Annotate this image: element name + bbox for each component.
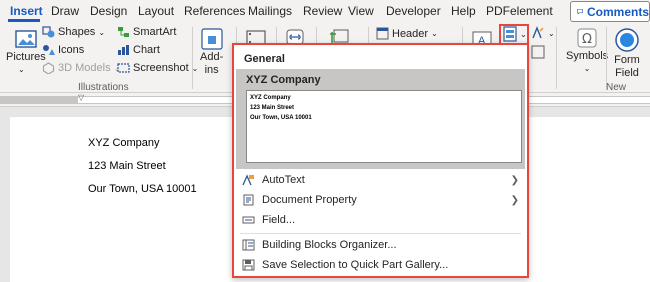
tab-review[interactable]: Review	[303, 4, 342, 18]
gallery-item-title: XYZ Company	[246, 74, 321, 86]
3d-models-button[interactable]: 3D Models ⌄	[42, 62, 120, 74]
drop-cap-icon[interactable]	[531, 45, 545, 59]
tab-references[interactable]: References	[184, 4, 245, 18]
pictures-label: Pictures	[6, 51, 46, 63]
indent-marker[interactable]: ▽	[78, 93, 84, 102]
shapes-label: Shapes	[58, 26, 96, 38]
add-ins-button[interactable]: Add- ins	[200, 28, 223, 76]
comments-button[interactable]: Comments	[570, 1, 650, 22]
ribbon-tabs: Insert Draw Design Layout References Mai…	[0, 0, 650, 23]
pictures-dropdown-icon[interactable]: ⌄	[18, 65, 25, 74]
preview-line: Our Town, USA 10001	[250, 115, 312, 121]
illustrations-group-label: Illustrations	[78, 82, 129, 93]
tab-layout[interactable]: Layout	[138, 4, 174, 18]
comments-label: Comments	[586, 4, 649, 19]
shapes-icon	[42, 26, 55, 38]
icons-button[interactable]: Icons	[42, 44, 84, 56]
menu-label-save-selection: Save Selection to Quick Part Gallery...	[262, 259, 449, 271]
chart-button[interactable]: Chart	[117, 44, 160, 56]
screenshot-label: Screenshot	[133, 62, 189, 74]
menu-label-field: Field...	[262, 214, 296, 226]
menu-item-autotext[interactable]: AutoText ❯	[234, 170, 527, 190]
field-icon	[242, 216, 255, 224]
add-ins-label-1: Add-	[200, 51, 224, 63]
add-ins-icon	[201, 28, 223, 50]
document-property-icon	[243, 194, 254, 206]
menu-item-document-property[interactable]: Document Property ❯	[234, 190, 527, 210]
icons-icon	[43, 45, 55, 55]
doc-line-street: 123 Main Street	[88, 160, 166, 172]
quick-part-gallery-item[interactable]: XYZ Company XYZ Company 123 Main Street …	[236, 69, 525, 169]
wordart-icon[interactable]: ⌄	[531, 26, 555, 40]
group-separator	[192, 27, 193, 89]
ruler-margin	[0, 96, 78, 104]
menu-label-document-property: Document Property	[262, 194, 357, 206]
tab-draw[interactable]: Draw	[51, 4, 79, 18]
menu-label-autotext: AutoText	[262, 174, 305, 186]
smartart-icon	[118, 27, 129, 37]
comment-icon	[577, 8, 583, 15]
form-field-button[interactable]: Form Field	[614, 27, 640, 79]
symbols-button[interactable]: Ω Symbols ⌄	[566, 28, 608, 73]
tab-view[interactable]: View	[348, 4, 374, 18]
building-blocks-icon	[242, 239, 255, 251]
group-separator	[606, 27, 607, 89]
svg-text:Ω: Ω	[582, 32, 592, 47]
icons-label: Icons	[58, 44, 85, 56]
doc-line-city: Our Town, USA 10001	[88, 183, 197, 195]
tab-insert[interactable]: Insert	[10, 4, 43, 18]
preview-line: XYZ Company	[250, 95, 291, 101]
menu-label-building-blocks: Building Blocks Organizer...	[262, 239, 397, 251]
tab-mailings[interactable]: Mailings	[248, 4, 292, 18]
autotext-icon	[242, 174, 254, 186]
menu-item-building-blocks-organizer[interactable]: Building Blocks Organizer...	[234, 235, 527, 255]
omega-icon: Ω	[577, 28, 597, 48]
tab-help[interactable]: Help	[451, 4, 476, 18]
tab-pdfelement[interactable]: PDFelement	[486, 4, 553, 18]
menu-item-save-selection[interactable]: Save Selection to Quick Part Gallery...	[234, 255, 527, 275]
tab-design[interactable]: Design	[90, 4, 127, 18]
shapes-button[interactable]: Shapes ⌄	[42, 26, 105, 38]
form-field-label-1: Form	[614, 54, 640, 66]
header-button[interactable]: Header ⌄	[376, 27, 438, 40]
gallery-section-header: General	[244, 53, 285, 65]
pictures-icon	[15, 30, 37, 48]
menu-separator	[240, 233, 521, 234]
screenshot-button[interactable]: Screenshot ⌄	[117, 62, 198, 74]
add-ins-label-2: ins	[204, 64, 219, 76]
group-separator	[556, 27, 557, 89]
header-icon	[376, 27, 389, 40]
form-field-label-2: Field	[615, 67, 639, 79]
header-label: Header	[392, 27, 429, 40]
screenshot-icon	[117, 63, 130, 73]
chevron-right-icon: ❯	[510, 194, 519, 206]
3d-models-icon	[42, 62, 55, 74]
menu-item-field[interactable]: Field...	[234, 210, 527, 230]
symbols-label: Symbols	[566, 50, 609, 62]
preview-line: 123 Main Street	[250, 105, 295, 111]
form-field-icon	[615, 28, 639, 52]
chart-label: Chart	[133, 44, 160, 56]
save-selection-icon	[242, 259, 255, 271]
gallery-item-preview: XYZ Company 123 Main Street Our Town, US…	[246, 90, 522, 163]
smartart-button[interactable]: SmartArt	[117, 26, 176, 38]
quick-parts-menu: General XYZ Company XYZ Company 123 Main…	[232, 43, 529, 278]
3d-models-label: 3D Models	[58, 62, 111, 74]
smartart-label: SmartArt	[133, 26, 177, 38]
active-tab-indicator	[8, 19, 40, 22]
chart-icon	[118, 45, 129, 55]
chevron-right-icon: ❯	[510, 174, 519, 186]
pictures-button[interactable]: Pictures	[6, 29, 46, 63]
doc-line-company: XYZ Company	[88, 137, 160, 149]
tab-developer[interactable]: Developer	[386, 4, 441, 18]
